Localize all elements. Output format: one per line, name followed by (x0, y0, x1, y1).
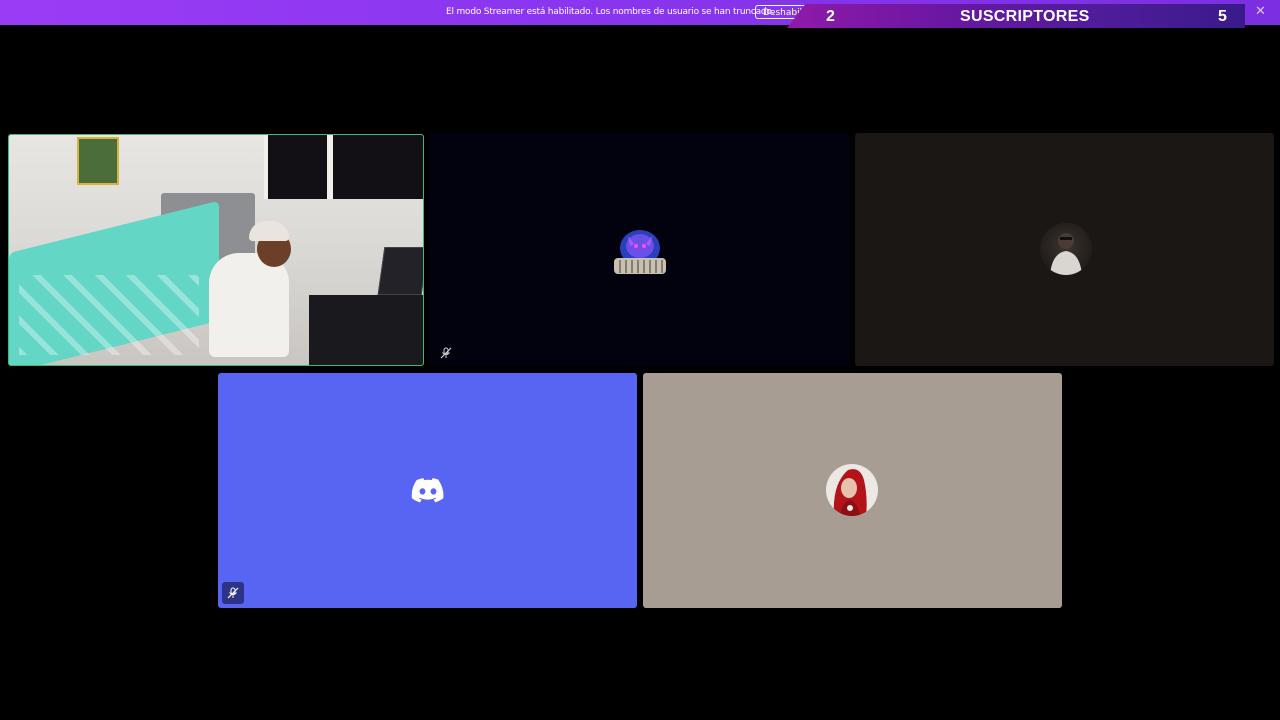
streamer-mode-message: El modo Streamer está habilitado. Los no… (446, 7, 775, 17)
mic-muted-icon (222, 582, 244, 604)
red-hood-avatar (826, 464, 878, 516)
close-icon[interactable]: ✕ (1255, 4, 1266, 18)
video-bed-pattern (19, 275, 199, 355)
subscriber-count-left: 2 (826, 8, 835, 25)
mic-muted-icon (440, 346, 452, 359)
video-desk (309, 295, 423, 365)
subscriber-title: SUSCRIPTORES (960, 8, 1090, 25)
dragon-colosseum-avatar (610, 226, 670, 278)
discord-logo-icon (411, 477, 445, 505)
video-person-body (209, 253, 289, 357)
subscriber-count-right: 5 (1218, 8, 1227, 25)
video-window-frame (327, 135, 333, 199)
video-window (264, 135, 423, 199)
video-person-cap (249, 221, 289, 241)
video-wall-poster (77, 137, 119, 185)
participant-video-tile[interactable] (8, 134, 424, 366)
video-laptop (377, 247, 423, 295)
man-portrait-avatar (1040, 223, 1092, 275)
